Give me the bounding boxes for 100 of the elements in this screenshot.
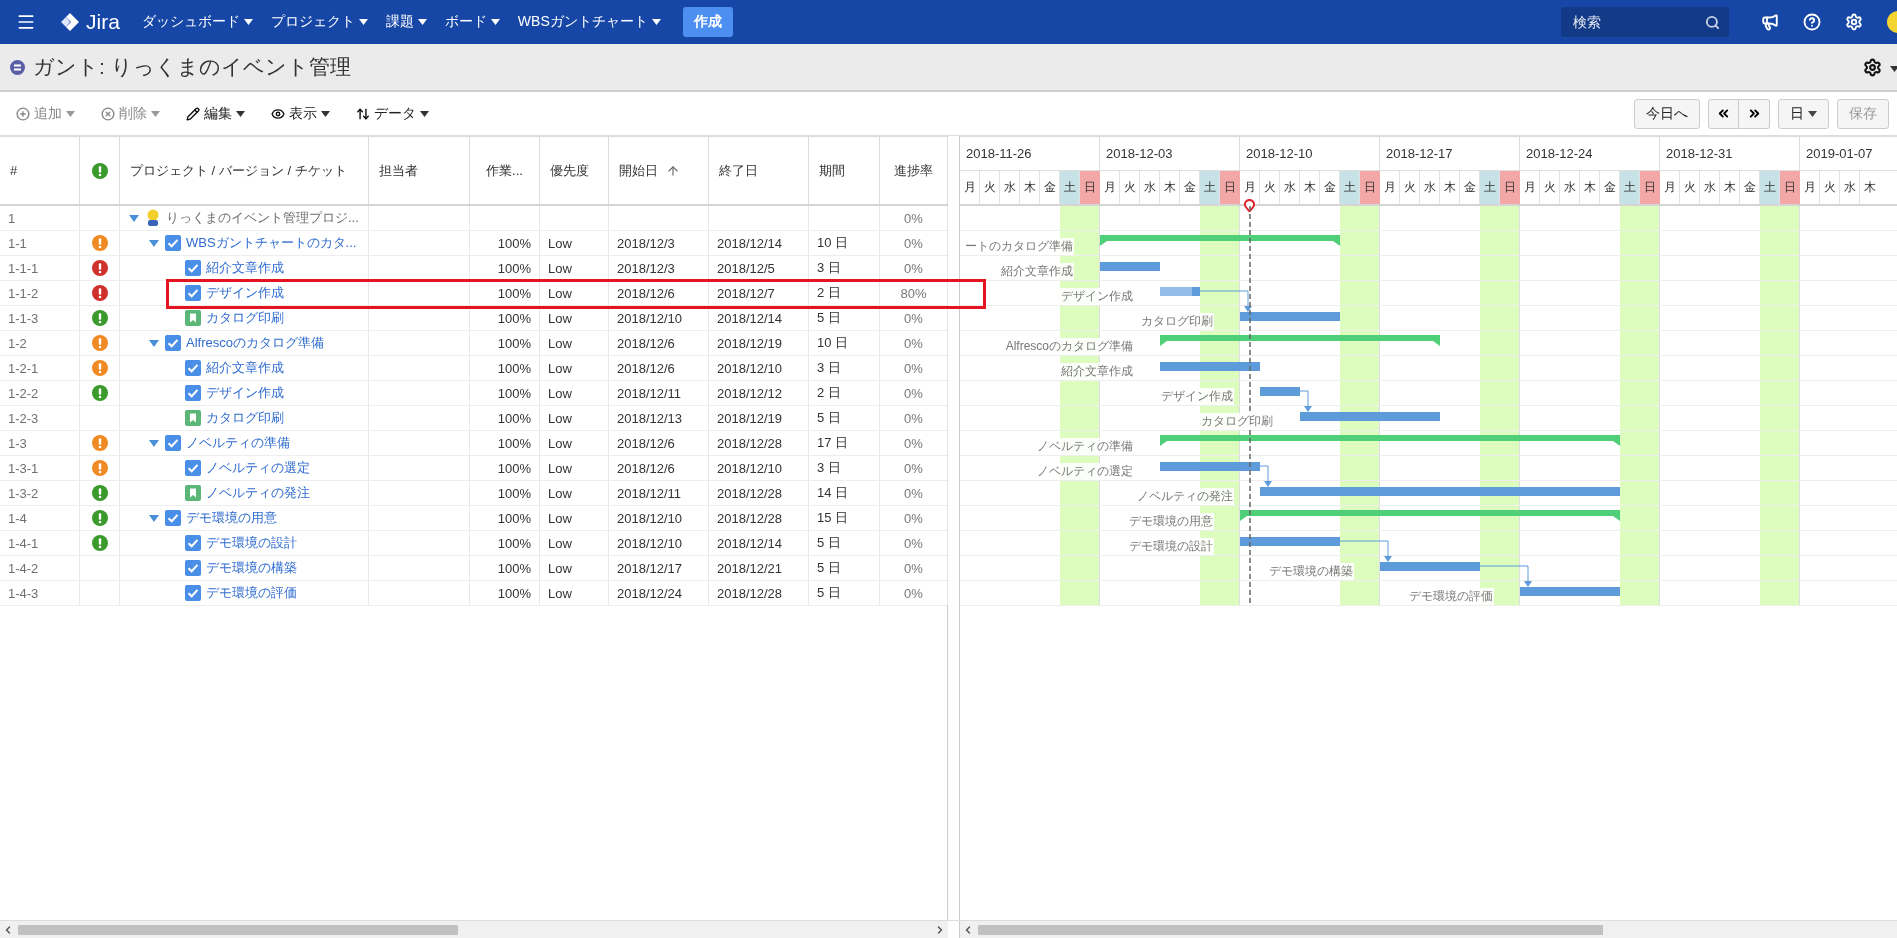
day-cell: 日 — [1500, 171, 1520, 204]
issue-link[interactable]: デザイン作成 — [206, 384, 284, 402]
checkbox-icon — [165, 435, 181, 451]
issue-link[interactable]: デモ環境の用意 — [186, 509, 277, 527]
column-header[interactable]: プロジェクト / バージョン / チケット — [120, 137, 369, 204]
table-cell: 100% — [470, 556, 540, 580]
table-cell: Low — [540, 381, 609, 405]
issue-link[interactable]: ノベルティの選定 — [206, 459, 310, 477]
scrollbar-thumb[interactable] — [978, 924, 1603, 935]
table-cell: 2018/12/12 — [709, 381, 809, 405]
table-cell: 100% — [470, 431, 540, 455]
column-header[interactable]: 開始日 — [609, 137, 709, 204]
row-number: 1 — [0, 206, 80, 230]
issue-link[interactable]: Alfrescoのカタログ準備 — [186, 334, 324, 352]
checkbox-icon — [185, 285, 201, 301]
bar-label: デモ環境の設計 — [1128, 538, 1214, 555]
row-number: 1-4 — [0, 506, 80, 530]
table-cell: 10 日 — [809, 231, 880, 255]
table-cell: 2018/12/24 — [609, 581, 709, 605]
scrollbar-thumb[interactable] — [18, 924, 458, 935]
caret-icon — [151, 110, 160, 117]
toolbar-button[interactable]: データ — [356, 102, 429, 125]
caret-icon — [358, 19, 368, 25]
bar-label: Alfrescoのカタログ準備 — [1004, 338, 1134, 355]
nav-menu[interactable]: プロジェクト — [268, 9, 370, 35]
caret-icon — [236, 110, 245, 117]
table-cell: 2018/12/13 — [609, 406, 709, 430]
megaphone-icon[interactable] — [1761, 13, 1779, 31]
column-header[interactable]: # — [0, 137, 80, 204]
table-cell: 100% — [470, 306, 540, 330]
horizontal-scrollbar[interactable] — [960, 921, 1897, 938]
issue-link[interactable]: カタログ印刷 — [206, 309, 284, 327]
toolbar-button[interactable]: 編集 — [186, 102, 245, 125]
task-bar — [1260, 387, 1300, 396]
table-cell: 3 日 — [809, 356, 880, 380]
nav-menu[interactable]: WBSガントチャート — [515, 9, 663, 35]
nav-menu[interactable]: ダッシュボード — [139, 9, 255, 35]
column-header[interactable]: 担当者 — [369, 137, 470, 204]
previous-button[interactable] — [1708, 98, 1739, 129]
column-header[interactable]: 終了日 — [709, 137, 809, 204]
nav-menu[interactable]: ボード — [442, 9, 502, 35]
day-cell: 日 — [1360, 171, 1380, 204]
help-icon[interactable] — [1803, 13, 1821, 31]
column-header[interactable]: 優先度 — [540, 137, 609, 204]
scale-dropdown[interactable]: 日 — [1778, 98, 1829, 129]
table-cell: 2018/12/10 — [609, 306, 709, 330]
checkbox-icon — [185, 360, 201, 376]
row-number: 1-2-3 — [0, 406, 80, 430]
issue-link[interactable]: デザイン作成 — [206, 284, 284, 302]
issue-link[interactable]: カタログ印刷 — [206, 409, 284, 427]
table-cell: 17 日 — [809, 431, 880, 455]
app-name: Jira — [86, 10, 120, 34]
table-cell: Low — [540, 506, 609, 530]
plus-icon — [16, 106, 30, 121]
next-button[interactable] — [1739, 98, 1770, 129]
bar-label: 紹介文章作成 — [1060, 363, 1134, 380]
column-title: 進捗率 — [894, 161, 933, 180]
horizontal-scrollbar[interactable] — [0, 921, 948, 938]
row-number: 1-4-1 — [0, 531, 80, 555]
issue-link[interactable]: デモ環境の構築 — [206, 559, 297, 577]
caret-icon[interactable] — [129, 214, 139, 222]
table-cell: Low — [540, 406, 609, 430]
issue-link[interactable]: 紹介文章作成 — [206, 359, 284, 377]
table-cell: 2018/12/10 — [709, 456, 809, 480]
today-button[interactable]: 今日へ — [1634, 98, 1700, 129]
column-header[interactable]: 作業... — [470, 137, 540, 204]
row-number: 1-1-2 — [0, 281, 80, 305]
table-cell: 100% — [470, 231, 540, 255]
column-header[interactable]: 期間 — [809, 137, 880, 204]
close-icon — [101, 106, 115, 121]
caret-icon[interactable] — [149, 514, 159, 522]
caret-icon — [420, 110, 429, 117]
table-cell: 5 日 — [809, 556, 880, 580]
checkbox-icon — [185, 385, 201, 401]
bar-label: ノベルティの発注 — [1136, 488, 1234, 505]
row-number: 1-3 — [0, 431, 80, 455]
menu-icon[interactable] — [16, 12, 36, 32]
nav-menu[interactable]: 課題 — [383, 9, 429, 35]
issue-link[interactable]: ノベルティの発注 — [206, 484, 310, 502]
toolbar-button[interactable]: 表示 — [271, 102, 330, 125]
search-field[interactable]: 検索 — [1561, 7, 1729, 37]
issue-link[interactable]: デモ環境の設計 — [206, 534, 297, 552]
table-cell: 2018/12/19 — [709, 406, 809, 430]
checkbox-icon — [165, 235, 181, 251]
figure-icon — [145, 209, 161, 227]
caret-icon[interactable] — [149, 339, 159, 347]
table-cell: 3 日 — [809, 256, 880, 280]
table-cell: 14 日 — [809, 481, 880, 505]
table-cell: 2018/12/10 — [709, 356, 809, 380]
table-cell: 2 日 — [809, 381, 880, 405]
issue-link[interactable]: WBSガントチャートのカタ... — [186, 234, 357, 252]
table-cell: 2018/12/5 — [709, 256, 809, 280]
issue-link[interactable]: 紹介文章作成 — [206, 259, 284, 277]
caret-icon — [321, 110, 330, 117]
issue-link[interactable]: ノベルティの準備 — [186, 434, 290, 452]
settings-icon[interactable] — [1863, 57, 1882, 77]
table-cell: 100% — [470, 381, 540, 405]
caret-icon[interactable] — [149, 239, 159, 247]
issue-link[interactable]: デモ環境の評価 — [206, 584, 297, 602]
caret-icon[interactable] — [149, 439, 159, 447]
